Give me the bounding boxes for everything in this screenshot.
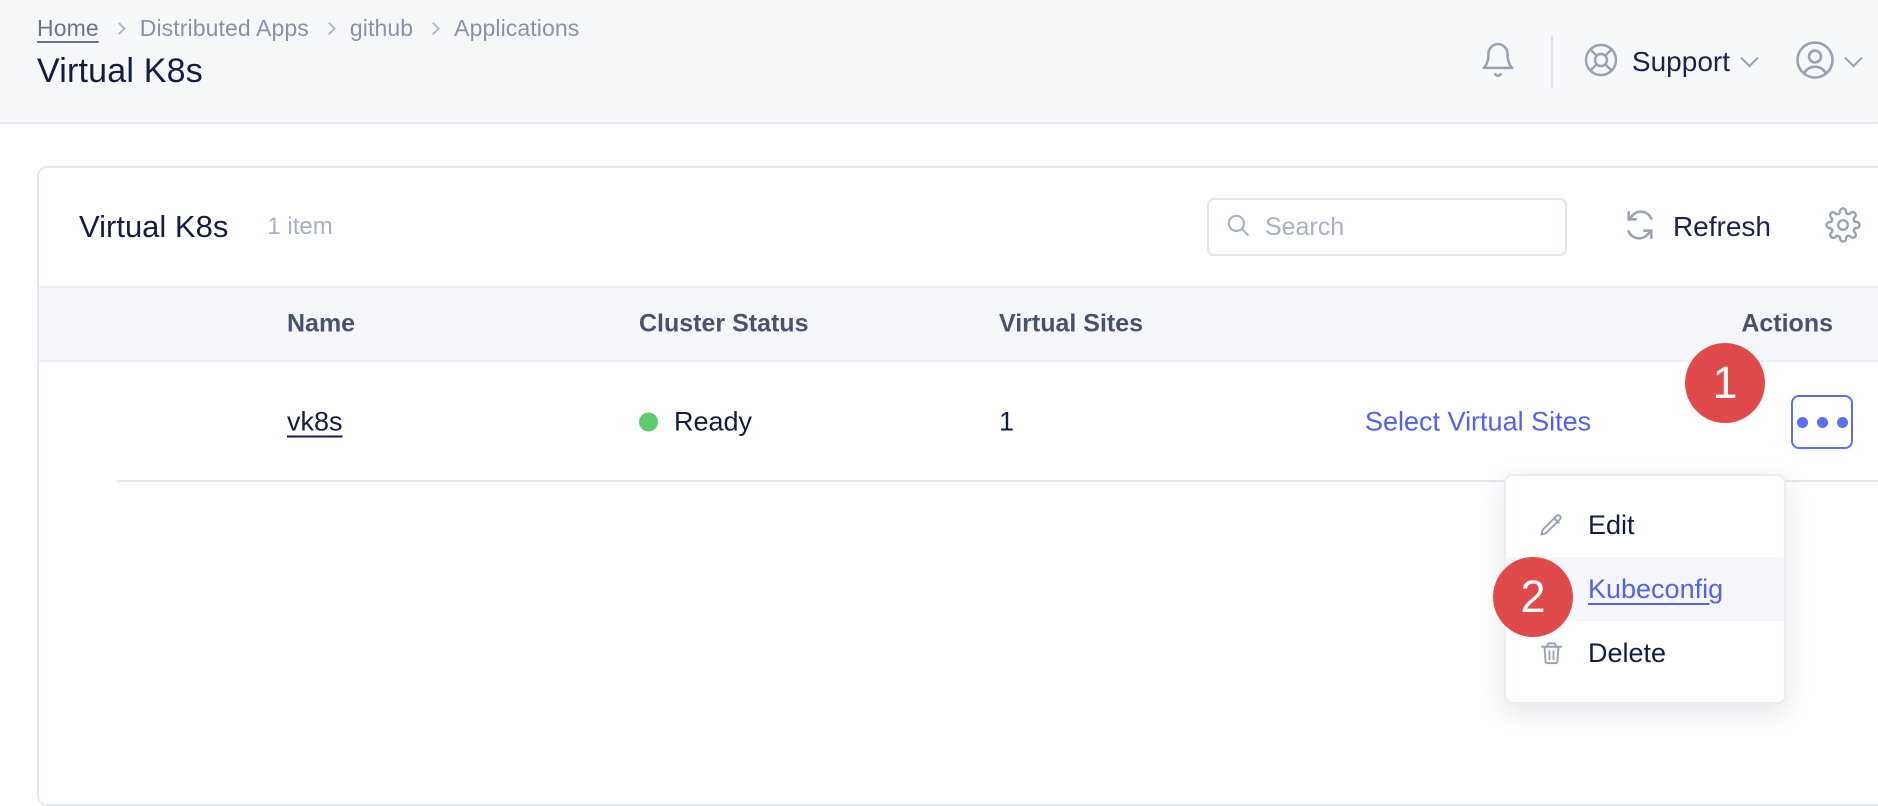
refresh-button[interactable]: Refresh: [1619, 202, 1775, 253]
bell-icon: [1479, 40, 1517, 85]
column-header-name[interactable]: Name: [287, 310, 355, 339]
ellipsis-icon: [1816, 416, 1828, 428]
table-settings-button[interactable]: [1825, 206, 1861, 248]
breadcrumb-separator-icon: [112, 22, 126, 35]
header-actions: Support: [1455, 0, 1878, 124]
menu-item-label: Edit: [1588, 509, 1635, 540]
lifebuoy-icon: [1583, 42, 1619, 83]
card-header: Virtual K8s 1 item Search Refresh: [39, 168, 1878, 286]
pencil-icon: [1536, 512, 1566, 539]
breadcrumb-separator-icon: [427, 22, 441, 35]
menu-item-label: Kubeconfig: [1588, 573, 1724, 604]
table-row: vk8s Ready 1 Select Virtual Sites: [39, 362, 1878, 482]
notifications-button[interactable]: [1455, 40, 1541, 85]
column-header-cluster-status[interactable]: Cluster Status: [639, 310, 808, 339]
app-header: Home Distributed Apps github Application…: [0, 0, 1878, 124]
refresh-icon: [1623, 208, 1657, 247]
search-input[interactable]: [1264, 212, 1549, 242]
table-header-row: Name Cluster Status Virtual Sites Action…: [39, 286, 1878, 362]
support-menu-button[interactable]: Support: [1579, 36, 1760, 89]
gear-icon: [1825, 206, 1861, 248]
row-actions-button[interactable]: [1791, 395, 1853, 449]
refresh-label: Refresh: [1672, 211, 1771, 242]
column-header-virtual-sites[interactable]: Virtual Sites: [999, 310, 1143, 339]
breadcrumb-item-github[interactable]: github: [350, 15, 413, 42]
header-divider: [1550, 35, 1553, 89]
cell-name: vk8s: [287, 407, 343, 438]
step-badge-2: 2: [1493, 557, 1573, 637]
menu-item-edit[interactable]: Edit: [1506, 493, 1784, 557]
breadcrumb-separator-icon: [322, 22, 336, 35]
column-header-actions: Actions: [1741, 309, 1833, 338]
ellipsis-icon: [1796, 416, 1808, 428]
search-icon: [1225, 212, 1251, 243]
status-label: Ready: [674, 406, 753, 437]
support-label: Support: [1631, 46, 1730, 77]
cell-cluster-status: Ready: [639, 407, 752, 438]
breadcrumb-item-distributed-apps[interactable]: Distributed Apps: [140, 15, 309, 42]
search-box[interactable]: [1206, 198, 1567, 256]
vk8s-link[interactable]: vk8s: [287, 407, 343, 437]
breadcrumb-item-home[interactable]: Home: [37, 15, 99, 42]
breadcrumb: Home Distributed Apps github Application…: [37, 15, 579, 42]
cell-virtual-sites: 1: [999, 406, 1015, 437]
item-count: 1 item: [267, 213, 333, 240]
chevron-down-icon: [1740, 48, 1759, 67]
card-title: Virtual K8s: [79, 209, 229, 244]
account-menu-button[interactable]: [1794, 39, 1863, 86]
card-toolbar: Refresh: [1206, 168, 1861, 286]
breadcrumb-item-applications[interactable]: Applications: [454, 15, 579, 42]
step-badge-1: 1: [1685, 343, 1765, 423]
ellipsis-icon: [1836, 416, 1848, 428]
menu-item-label: Delete: [1588, 637, 1667, 668]
select-virtual-sites-link[interactable]: Select Virtual Sites: [1365, 407, 1591, 438]
trash-icon: [1536, 640, 1566, 667]
page-title: Virtual K8s: [37, 52, 203, 90]
chevron-down-icon: [1844, 48, 1863, 67]
user-avatar-icon: [1794, 39, 1836, 86]
status-dot-icon: [639, 412, 658, 432]
